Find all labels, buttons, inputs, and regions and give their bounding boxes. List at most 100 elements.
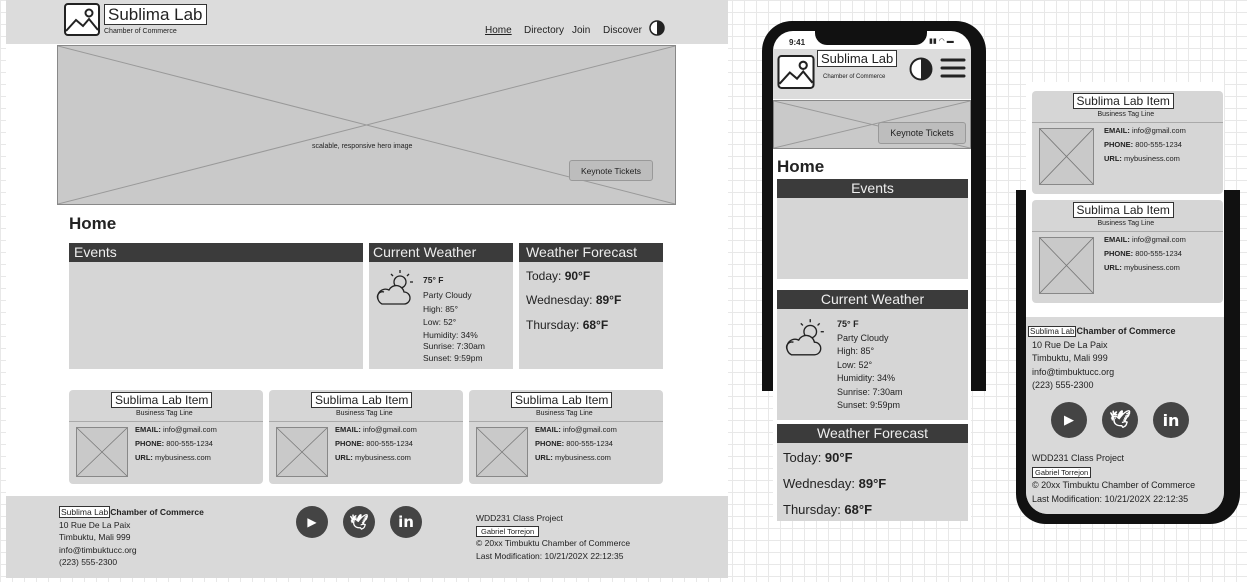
footer-project-info: WDD231 Class Project Gabriel Torrejon © … bbox=[476, 512, 630, 562]
weather-title: Current Weather bbox=[369, 243, 513, 262]
events-title: Events bbox=[69, 243, 363, 262]
business-image bbox=[76, 427, 128, 477]
weather-desc: Party Cloudy bbox=[423, 290, 472, 300]
business-contact: EMAIL: info@gmail.com PHONE: 800-555-123… bbox=[1104, 126, 1186, 163]
nav-directory[interactable]: Directory bbox=[524, 25, 564, 36]
footer-modified: Last Modification: 10/21/202X 22:12:35 bbox=[476, 550, 624, 561]
forecast-today: Today: 90°F bbox=[783, 450, 853, 465]
business-phone: 800-555-1234 bbox=[1135, 249, 1182, 258]
twitter-icon[interactable]: 🕊 bbox=[1102, 402, 1138, 438]
business-title: Sublima Lab Item bbox=[1072, 93, 1174, 109]
divider bbox=[1032, 231, 1223, 232]
keynote-tickets-button[interactable]: Keynote Tickets bbox=[878, 122, 966, 144]
forecast-wednesday: Wednesday: 89°F bbox=[783, 476, 887, 491]
footer-copyright: © 20xx Timbuktu Chamber of Commerce bbox=[1032, 480, 1196, 490]
nav-discover[interactable]: Discover bbox=[603, 25, 642, 36]
status-icons: ▮▮ ◠ ▬ bbox=[929, 38, 954, 45]
dark-mode-icon[interactable] bbox=[649, 20, 665, 36]
mobile-header: Sublima Lab Chamber of Commerce bbox=[773, 49, 971, 99]
desktop-mockup: Sublima Lab Chamber of Commerce Home Dir… bbox=[6, 0, 728, 578]
footer-modified: Last Modification: 10/21/202X 22:12:35 bbox=[1032, 493, 1189, 504]
footer-address2: Timbuktu, Mali 999 bbox=[1032, 353, 1108, 363]
brand-tagline: Chamber of Commerce bbox=[104, 28, 177, 35]
footer-author: Gabriel Torrejon bbox=[476, 525, 540, 537]
hero-image bbox=[57, 45, 676, 205]
page-title: Home bbox=[69, 214, 117, 233]
business-tagline: Business Tag Line bbox=[1097, 220, 1155, 227]
business-phone: 800-555-1234 bbox=[366, 439, 413, 448]
business-card: Sublima Lab Item Business Tag Line EMAIL… bbox=[1032, 91, 1223, 194]
linkedin-icon[interactable]: in bbox=[390, 506, 422, 538]
youtube-icon[interactable]: ▶ bbox=[296, 506, 328, 538]
keynote-tickets-button[interactable]: Keynote Tickets bbox=[569, 160, 653, 181]
dark-mode-icon[interactable] bbox=[909, 57, 933, 81]
business-contact: EMAIL: info@gmail.com PHONE: 800-555-123… bbox=[535, 425, 617, 462]
status-time: 9:41 bbox=[789, 38, 806, 47]
forecast-wednesday: Wednesday: 89°F bbox=[526, 293, 622, 307]
linkedin-icon[interactable]: in bbox=[1153, 402, 1189, 438]
divider bbox=[69, 421, 263, 422]
events-title: Events bbox=[777, 179, 968, 198]
nav-join[interactable]: Join bbox=[572, 25, 590, 36]
forecast-card: Weather Forecast Today: 90°F Wednesday: … bbox=[777, 424, 968, 521]
weather-sunset: Sunset: 9:59pm bbox=[423, 353, 483, 363]
footer-org: Chamber of Commerce bbox=[110, 507, 204, 517]
business-email: info@gmail.com bbox=[162, 425, 217, 434]
business-url[interactable]: mybusiness.com bbox=[555, 453, 611, 462]
footer-copyright: © 20xx Timbuktu Chamber of Commerce bbox=[476, 538, 631, 548]
business-url[interactable]: mybusiness.com bbox=[155, 453, 211, 462]
business-contact: EMAIL: info@gmail.com PHONE: 800-555-123… bbox=[335, 425, 417, 462]
business-tagline: Business Tag Line bbox=[336, 410, 393, 417]
logo-icon bbox=[64, 3, 100, 36]
forecast-title: Weather Forecast bbox=[777, 424, 968, 443]
footer-project-info: WDD231 Class Project Gabriel Torrejon © … bbox=[1032, 452, 1195, 506]
business-contact: EMAIL: info@gmail.com PHONE: 800-555-123… bbox=[135, 425, 217, 462]
site-footer: Sublima Lab Chamber of Commerce 10 Rue De… bbox=[6, 496, 728, 578]
footer-email: info@timbuktucc.org bbox=[59, 544, 137, 555]
logo-icon bbox=[777, 55, 815, 89]
partly-cloudy-icon bbox=[783, 318, 827, 358]
footer-address1: 10 Rue De La Paix bbox=[59, 519, 131, 530]
footer-logo-text: Sublima Lab bbox=[1028, 326, 1077, 337]
page-title: Home bbox=[777, 157, 825, 176]
business-title: Sublima Lab Item bbox=[311, 392, 413, 408]
business-url[interactable]: mybusiness.com bbox=[355, 453, 411, 462]
weather-temp: 75° F bbox=[837, 319, 859, 329]
nav-home[interactable]: Home bbox=[485, 25, 512, 36]
mobile-screen: 9:41 ▮▮ ◠ ▬ Sublima Lab Chamber of Comme… bbox=[773, 31, 971, 521]
youtube-icon[interactable]: ▶ bbox=[1051, 402, 1087, 438]
weather-low: Low: 52° bbox=[423, 317, 457, 327]
business-tagline: Business Tag Line bbox=[1097, 111, 1155, 118]
business-url[interactable]: mybusiness.com bbox=[1124, 263, 1180, 272]
brand-name: Sublima Lab bbox=[817, 50, 898, 67]
weather-high: High: 85° bbox=[837, 346, 875, 356]
forecast-today: Today: 90°F bbox=[526, 269, 591, 283]
business-card: Sublima Lab Item Business Tag Line EMAIL… bbox=[1032, 200, 1223, 303]
business-url[interactable]: mybusiness.com bbox=[1124, 154, 1180, 163]
divider bbox=[469, 421, 663, 422]
forecast-title: Weather Forecast bbox=[519, 243, 663, 262]
events-card: Events bbox=[777, 179, 968, 279]
business-image bbox=[476, 427, 528, 477]
weather-low: Low: 52° bbox=[837, 359, 873, 370]
footer-org: Chamber of Commerce bbox=[1076, 326, 1176, 336]
footer-contact: Sublima Lab Chamber of Commerce 10 Rue De… bbox=[1028, 325, 1176, 393]
weather-desc: Party Cloudy bbox=[837, 332, 889, 343]
business-email: info@gmail.com bbox=[362, 425, 417, 434]
footer-author: Gabriel Torrejon bbox=[1032, 466, 1092, 478]
weather-card: Current Weather 75° F Party Cloudy High:… bbox=[777, 290, 968, 420]
twitter-icon[interactable]: 🕊 bbox=[343, 506, 375, 538]
business-tagline: Business Tag Line bbox=[536, 410, 593, 417]
footer-phone: (223) 555-2300 bbox=[59, 557, 118, 567]
footer-phone: (223) 555-2300 bbox=[1032, 380, 1094, 390]
business-email: info@gmail.com bbox=[1131, 126, 1186, 135]
hamburger-icon[interactable] bbox=[940, 57, 966, 79]
weather-high: High: 85° bbox=[423, 304, 459, 314]
weather-title: Current Weather bbox=[777, 290, 968, 309]
footer-project: WDD231 Class Project bbox=[476, 513, 563, 523]
phone-notch bbox=[815, 31, 927, 45]
business-card: Sublima Lab Item Business Tag Line EMAIL… bbox=[469, 390, 663, 484]
mobile-screen-bottom: Sublima Lab Item Business Tag Line EMAIL… bbox=[1026, 82, 1224, 514]
business-phone: 800-555-1234 bbox=[166, 439, 213, 448]
business-tagline: Business Tag Line bbox=[136, 410, 193, 417]
